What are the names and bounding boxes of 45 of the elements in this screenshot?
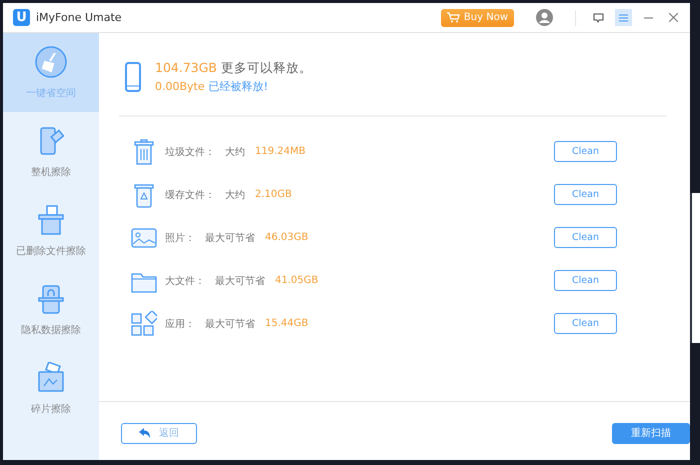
freed-text: 已经被释放! xyxy=(208,79,268,94)
size-value: 2.10GB xyxy=(255,189,293,200)
size-value: 119.24MB xyxy=(255,146,306,157)
size-value: 15.44GB xyxy=(265,318,310,329)
size-value: 46.03GB xyxy=(265,232,310,243)
user-avatar-icon[interactable] xyxy=(536,9,553,26)
close-icon xyxy=(669,13,678,22)
back-arrow-icon xyxy=(139,428,151,438)
sidebar-item[interactable]: 已删除文件擦除 xyxy=(3,191,99,270)
category-label: 照片： xyxy=(165,232,195,244)
clean-button[interactable]: Clean xyxy=(554,313,617,334)
window-title: iMyFone Umate xyxy=(36,11,123,24)
category-label: 垃圾文件： xyxy=(165,146,215,158)
category-label: 大文件： xyxy=(165,274,205,288)
sidebar-item[interactable]: 一键省空间 xyxy=(3,33,99,112)
cart-icon xyxy=(446,12,460,23)
size-qualifier: 大约 xyxy=(225,146,245,158)
sidebar-item[interactable]: 整机擦除 xyxy=(3,112,99,191)
clean-button[interactable]: Clean xyxy=(554,141,617,162)
size-qualifier: 最大可节省 xyxy=(215,274,265,288)
sidebar-item[interactable]: 碎片擦除 xyxy=(3,349,99,428)
phone-icon xyxy=(125,62,141,92)
size-value: 41.05GB xyxy=(275,275,320,286)
size-qualifier: 最大可节省 xyxy=(205,232,255,244)
rescan-button[interactable]: 重新扫描 xyxy=(612,422,690,444)
clean-button[interactable]: Clean xyxy=(554,270,617,291)
buy-now-button[interactable]: Buy Now xyxy=(440,8,514,26)
menu-button[interactable] xyxy=(615,9,632,26)
app-logo: U xyxy=(13,9,30,26)
broom-icon xyxy=(35,46,67,78)
category-label: 应用： xyxy=(165,318,195,330)
space-text: 更多可以释放。 xyxy=(221,60,312,77)
category-label: 缓存文件： xyxy=(165,188,215,202)
back-button[interactable]: 返回 xyxy=(121,422,197,444)
size-qualifier: 大约 xyxy=(225,188,245,202)
menu-icon xyxy=(619,14,628,22)
clean-button[interactable]: Clean xyxy=(554,227,617,248)
space-amount: 104.73GB xyxy=(155,60,217,75)
size-qualifier: 最大可节省 xyxy=(205,318,255,330)
apps-icon xyxy=(131,310,157,336)
chat-icon xyxy=(593,12,604,22)
clean-button[interactable]: Clean xyxy=(554,184,617,205)
sidebar-item[interactable]: 隐私数据擦除 xyxy=(3,270,99,349)
minimize-icon xyxy=(644,16,653,18)
freed-amount: 0.00Byte xyxy=(155,80,205,93)
